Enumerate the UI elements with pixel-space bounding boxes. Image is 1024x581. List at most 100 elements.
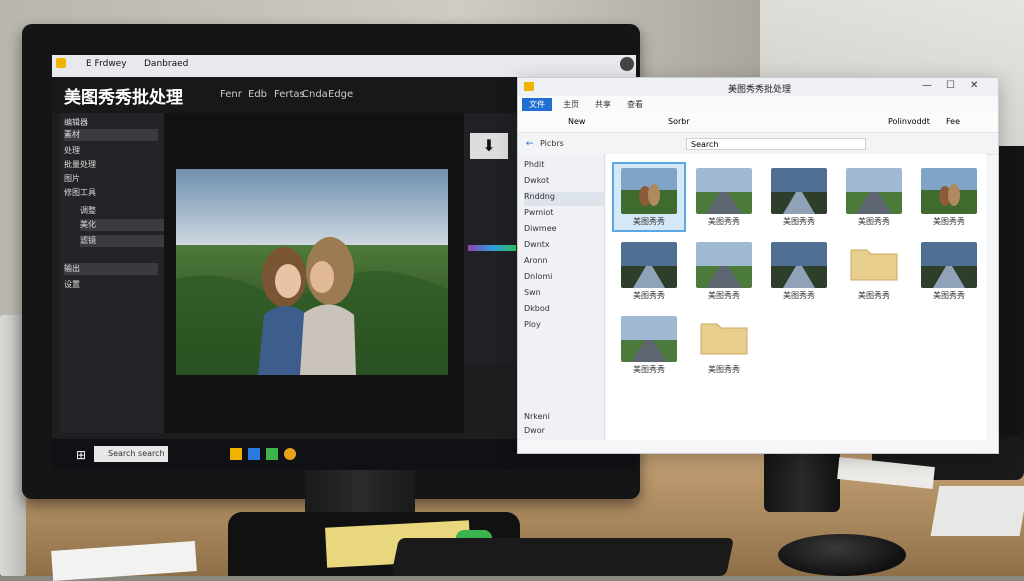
sidebar-item[interactable]: 修图工具	[64, 187, 158, 199]
address-path[interactable]: Picbrs	[540, 139, 564, 148]
start-icon[interactable]: ⊞	[76, 448, 86, 462]
photo-thumbnail-icon	[696, 168, 752, 214]
app-icon[interactable]	[284, 448, 296, 460]
item-label: 美图秀秀	[858, 217, 890, 226]
sidebar-item[interactable]: 素材	[64, 129, 158, 141]
couple-in-field-photo	[176, 169, 448, 375]
navigation-pane: Phdit Dwkot Rnddng Pwmiot Diwmee Dwntx A…	[518, 154, 605, 440]
photo-item[interactable]: 美图秀秀	[914, 238, 984, 304]
photo-item[interactable]: 美图秀秀	[689, 238, 759, 304]
ribbon-tab-file[interactable]: 文件	[522, 98, 552, 111]
sidebar-item[interactable]: 处理	[64, 145, 158, 157]
nav-item[interactable]: Dwntx	[524, 240, 604, 254]
photo-thumbnail-icon	[771, 168, 827, 214]
item-label: 美图秀秀	[783, 291, 815, 300]
nav-item[interactable]: Phdit	[524, 160, 604, 174]
photo-item[interactable]: 美图秀秀	[764, 238, 834, 304]
sidebar-item[interactable]: 编辑器	[64, 117, 158, 129]
photo-thumbnail-icon	[696, 242, 752, 288]
maximize-icon[interactable]: ☐	[946, 80, 955, 91]
menu-item-2[interactable]: Edb	[248, 89, 267, 100]
nav-item[interactable]: Dwor	[524, 426, 604, 440]
sidebar-item[interactable]: 图片	[64, 173, 158, 185]
download-icon[interactable]: ⬇	[470, 133, 508, 159]
filter-button[interactable]: Polinvoddt	[888, 117, 930, 126]
profile-icon[interactable]	[620, 57, 634, 71]
app-window-titlebar: E Frdwey Danbraed	[52, 55, 636, 77]
nav-item[interactable]: Nrkeni	[524, 412, 604, 426]
window-tab-2[interactable]: Danbraed	[144, 59, 188, 69]
back-icon[interactable]: ←	[526, 139, 534, 149]
photo-item[interactable]: 美图秀秀	[614, 238, 684, 304]
photo-item[interactable]: 美图秀秀	[839, 164, 909, 230]
black-keyboard	[390, 538, 735, 576]
item-label: 美图秀秀	[933, 217, 965, 226]
photo-thumbnail-icon	[621, 242, 677, 288]
folder-item[interactable]: 美图秀秀	[689, 312, 759, 378]
sort-button[interactable]: Sorbr	[668, 117, 690, 126]
photo-item[interactable]: 美图秀秀	[689, 164, 759, 230]
folder-icon	[56, 58, 66, 68]
nav-item[interactable]: Rnddng	[524, 192, 604, 206]
view-button[interactable]: Fee	[946, 117, 960, 126]
nav-item[interactable]: Ploy	[524, 320, 604, 334]
menu-item-5[interactable]: Edge	[328, 89, 353, 100]
photo-thumbnail-icon	[621, 168, 677, 214]
nav-item[interactable]: Dnlomi	[524, 272, 604, 286]
sidebar-item[interactable]: 输出	[64, 263, 158, 275]
item-label: 美图秀秀	[783, 217, 815, 226]
sidebar-item[interactable]: 批量处理	[64, 159, 158, 171]
menu-item-4[interactable]: Cnda	[302, 89, 328, 100]
photo-thumbnail-icon	[921, 242, 977, 288]
nav-item[interactable]: Pwmiot	[524, 208, 604, 222]
photo-thumbnail-icon	[921, 168, 977, 214]
ribbon-tab-share[interactable]: 共享	[588, 98, 618, 111]
window-tab-1[interactable]: E Frdwey	[86, 59, 127, 69]
taskbar-search-input[interactable]: Search search	[94, 446, 168, 462]
sidebar-item[interactable]: 美化	[80, 219, 174, 231]
search-input[interactable]: Search	[686, 138, 866, 150]
photo-thumbnail-icon	[846, 168, 902, 214]
photo-item[interactable]: 美图秀秀	[914, 164, 984, 230]
file-explorer-window: 美图秀秀批处理 — ☐ ✕ 文件 主页 共享 查看 New Sorbr Poli…	[517, 77, 999, 454]
edited-photo	[176, 169, 448, 375]
close-icon[interactable]: ✕	[970, 80, 978, 91]
item-label: 美图秀秀	[633, 365, 665, 374]
photo-item[interactable]: 美图秀秀	[614, 312, 684, 378]
app-icon[interactable]	[266, 448, 278, 460]
app-icon[interactable]	[248, 448, 260, 460]
item-label: 美图秀秀	[708, 291, 740, 300]
ribbon-tab-view[interactable]: 查看	[620, 98, 650, 111]
image-canvas[interactable]	[164, 113, 464, 433]
menu-item-1[interactable]: Fenr	[220, 89, 242, 100]
item-label: 美图秀秀	[708, 365, 740, 374]
photo-thumbnail-icon	[771, 242, 827, 288]
sidebar-item[interactable]: 设置	[64, 279, 158, 291]
folder-item[interactable]: 美图秀秀	[839, 238, 909, 304]
explorer-icon[interactable]	[230, 448, 242, 460]
nav-item[interactable]: Dkbod	[524, 304, 604, 318]
nav-item[interactable]: Diwmee	[524, 224, 604, 238]
item-label: 美图秀秀	[708, 217, 740, 226]
ribbon-tab-home[interactable]: 主页	[556, 98, 586, 111]
file-grid: 美图秀秀 美图秀秀 美图秀秀 美图秀秀 美图秀秀 美图秀秀 美图秀秀 美图秀秀 美图秀秀 美图秀秀…	[606, 154, 986, 440]
app-title: 美图秀秀批处理	[64, 88, 183, 108]
sidebar-item[interactable]: 滤镜	[80, 235, 174, 247]
menu-item-3[interactable]: Fertas	[274, 89, 305, 100]
item-label: 美图秀秀	[633, 217, 665, 226]
explorer-ribbon: 文件 主页 共享 查看	[518, 96, 998, 113]
photo-item[interactable]: 美图秀秀	[612, 162, 686, 232]
nav-item[interactable]: Aronn	[524, 256, 604, 270]
nav-item[interactable]: Dwkot	[524, 176, 604, 190]
minimize-icon[interactable]: —	[922, 80, 932, 91]
address-bar[interactable]: ← Picbrs Search	[518, 134, 998, 155]
sidebar-item[interactable]: 调整	[80, 205, 174, 217]
photo-item[interactable]: 美图秀秀	[764, 164, 834, 230]
new-button[interactable]: New	[568, 117, 585, 126]
photo-thumbnail-icon	[621, 316, 677, 362]
item-label: 美图秀秀	[933, 291, 965, 300]
explorer-titlebar: 美图秀秀批处理 — ☐ ✕	[518, 78, 998, 96]
color-slider[interactable]	[468, 245, 516, 251]
nav-item[interactable]: Swn	[524, 288, 604, 302]
explorer-toolbar: New Sorbr Polinvoddt Fee	[518, 112, 998, 133]
